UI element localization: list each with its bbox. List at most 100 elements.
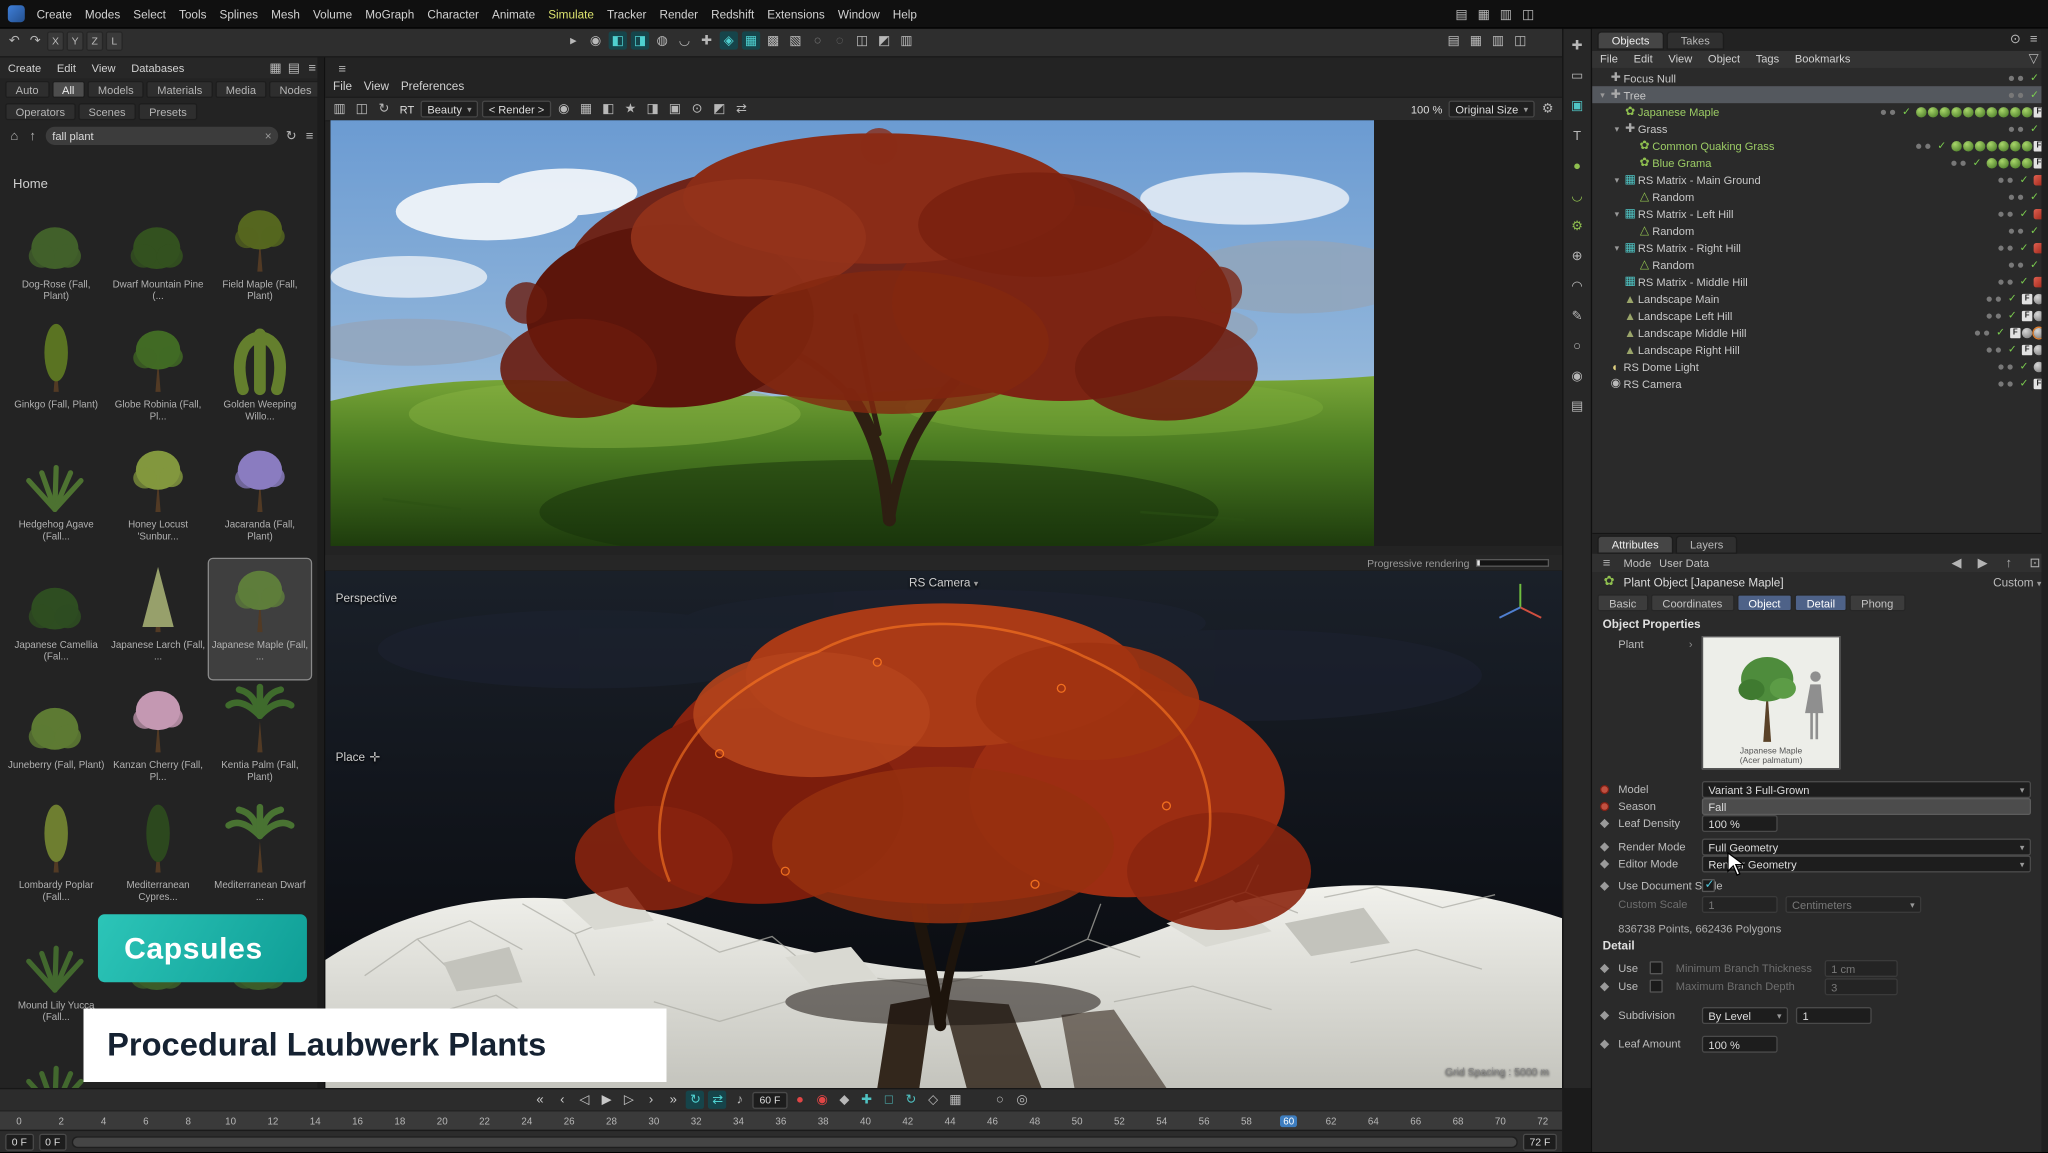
enabled-check[interactable]: ✓ <box>2030 89 2039 101</box>
frame-tick-10[interactable]: 10 <box>222 1115 239 1127</box>
custom-scale-field[interactable]: 1 <box>1702 896 1778 913</box>
home-icon[interactable]: ⌂ <box>5 127 23 145</box>
right-panel-scrollbar[interactable] <box>2041 29 2048 1152</box>
model-dropdown[interactable]: Variant 3 Full-Grown▾ <box>1702 781 2031 798</box>
frame-tick-32[interactable]: 32 <box>688 1115 705 1127</box>
frame-tick-30[interactable]: 30 <box>645 1115 662 1127</box>
editor-visibility-dot[interactable] <box>2009 92 2014 97</box>
grid-icon[interactable]: ▩ <box>764 31 782 49</box>
enabled-check[interactable]: ✓ <box>2030 225 2039 237</box>
keyframe-diamond[interactable] <box>1600 842 1609 851</box>
film-icon[interactable]: ▤ <box>1568 397 1586 415</box>
frame-tick-66[interactable]: 66 <box>1407 1115 1424 1127</box>
axis-lock-l[interactable]: L <box>106 31 123 51</box>
bucket-icon[interactable]: ◨ <box>644 100 662 118</box>
render-view-icon[interactable]: ◧ <box>609 31 627 49</box>
tab-attributes[interactable]: Attributes <box>1597 535 1673 553</box>
menu-tools[interactable]: Tools <box>172 7 213 20</box>
asset-item-ginkgo-fall-plant[interactable]: Ginkgo (Fall, Plant) <box>5 319 107 439</box>
axis-lock-x[interactable]: X <box>47 31 64 51</box>
menu-edit[interactable]: Edit <box>49 57 84 78</box>
frame-tick-18[interactable]: 18 <box>391 1115 408 1127</box>
enabled-check[interactable]: ✓ <box>2008 293 2017 305</box>
object-row-focus-null[interactable]: ✚Focus Null✓ <box>1592 69 2048 86</box>
use-checkbox-2[interactable] <box>1650 980 1663 993</box>
menu-bookmarks[interactable]: Bookmarks <box>1787 51 1858 68</box>
editor-visibility-dot[interactable] <box>1881 109 1886 114</box>
frame-tick-50[interactable]: 50 <box>1069 1115 1086 1127</box>
circle-icon[interactable]: ○ <box>1568 337 1586 355</box>
next-frame-icon[interactable]: ▷ <box>620 1091 638 1109</box>
object-row-random[interactable]: △Random✓ <box>1592 188 2048 205</box>
asset-item-dog-rose-fall-plant[interactable]: Dog-Rose (Fall, Plant) <box>5 199 107 319</box>
render-visibility-dot[interactable] <box>2018 92 2023 97</box>
workplane-icon[interactable]: ▧ <box>786 31 804 49</box>
tab-scenes[interactable]: Scenes <box>78 103 136 120</box>
paint-icon[interactable]: ✎ <box>1568 307 1586 325</box>
material-chip[interactable] <box>1987 157 1997 167</box>
asset-item-kanzan-cherry-fall-pl[interactable]: Kanzan Cherry (Fall, Pl... <box>107 679 209 799</box>
tab-detail[interactable]: Detail <box>1795 594 1847 611</box>
asset-item-lombardy-poplar-fall[interactable]: Lombardy Poplar (Fall... <box>5 799 107 919</box>
solo-off-icon[interactable]: ○ <box>991 1091 1009 1109</box>
frame-tick-14[interactable]: 14 <box>307 1115 324 1127</box>
frame-tick-34[interactable]: 34 <box>730 1115 747 1127</box>
frame-tick-70[interactable]: 70 <box>1492 1115 1509 1127</box>
axis-lock-z[interactable]: Z <box>86 31 103 51</box>
object-row-landscape-middle-hill[interactable]: ▲Landscape Middle Hill✓F <box>1592 324 2048 341</box>
star-icon[interactable]: ★ <box>621 100 639 118</box>
frame-tick-24[interactable]: 24 <box>518 1115 535 1127</box>
generator-icon[interactable]: ⚙ <box>1568 217 1586 235</box>
next-key-icon[interactable]: › <box>642 1091 660 1109</box>
use-checkbox-1[interactable] <box>1650 961 1663 974</box>
object-row-random[interactable]: △Random✓ <box>1592 222 2048 239</box>
menu-splines[interactable]: Splines <box>213 7 265 20</box>
record-param-icon[interactable]: ◇ <box>924 1091 942 1109</box>
expand-arrow[interactable]: ▾ <box>1612 208 1622 218</box>
object-row-tree[interactable]: ▾✚Tree✓ <box>1592 86 2048 103</box>
text-tool-icon[interactable]: T <box>1568 127 1586 145</box>
object-row-landscape-main[interactable]: ▲Landscape Main✓F <box>1592 290 2048 307</box>
list-view-icon[interactable]: ▤ <box>285 59 303 77</box>
keyframe-diamond[interactable] <box>1600 1040 1609 1049</box>
menu-help[interactable]: Help <box>886 7 923 20</box>
object-row-landscape-left-hill[interactable]: ▲Landscape Left Hill✓F <box>1592 307 2048 324</box>
place-tool-label[interactable]: Place ✛ <box>336 748 382 766</box>
viewport-menu-icon[interactable]: ≡ <box>333 60 351 78</box>
render-visibility-dot[interactable] <box>2008 364 2013 369</box>
frame-tick-36[interactable]: 36 <box>772 1115 789 1127</box>
up-icon[interactable]: ↑ <box>2000 554 2018 572</box>
menu-create[interactable]: Create <box>0 57 49 78</box>
material-chip[interactable] <box>1975 140 1985 150</box>
content-browser-icon[interactable]: ◫ <box>1511 31 1529 49</box>
object-row-random[interactable]: △Random✓ <box>1592 256 2048 273</box>
material-chip[interactable] <box>1998 157 2008 167</box>
menu-window[interactable]: Window <box>831 7 886 20</box>
object-row-rs-matrix-right-hill[interactable]: ▾▦RS Matrix - Right Hill✓ <box>1592 239 2048 256</box>
season-field[interactable]: Fall <box>1702 798 2031 815</box>
pingpong-icon[interactable]: ⇄ <box>709 1091 727 1109</box>
quad-layout-icon[interactable]: ▦ <box>1467 31 1485 49</box>
projection-icon[interactable]: ▥ <box>897 31 915 49</box>
render-visibility-dot[interactable] <box>2018 262 2023 267</box>
editor-visibility-dot[interactable] <box>1999 245 2004 250</box>
filter-funnel-icon[interactable]: ▽ <box>2024 50 2042 68</box>
object-row-common-quaking-grass[interactable]: ✿Common Quaking Grass✓F <box>1592 137 2048 154</box>
clear-search-icon[interactable]: × <box>265 129 272 142</box>
tab-auto[interactable]: Auto <box>5 81 49 98</box>
region-icon[interactable]: ▣ <box>666 100 684 118</box>
editor-visibility-dot[interactable] <box>1916 143 1921 148</box>
material-chip[interactable] <box>1951 140 1961 150</box>
keyframe-diamond[interactable] <box>1600 859 1609 868</box>
enabled-check[interactable]: ✓ <box>2020 174 2029 186</box>
keyframe-diamond[interactable] <box>1600 1011 1609 1020</box>
back-icon[interactable]: ◀ <box>1947 554 1965 572</box>
forward-icon[interactable]: ▶ <box>1974 554 1992 572</box>
frame-tick-2[interactable]: 2 <box>53 1115 70 1127</box>
menu-character[interactable]: Character <box>421 7 486 20</box>
record-key-icon[interactable]: ● <box>791 1091 809 1109</box>
frame-tick-26[interactable]: 26 <box>561 1115 578 1127</box>
menu-edit[interactable]: Edit <box>1626 51 1661 68</box>
editor-visibility-dot[interactable] <box>1999 279 2004 284</box>
tab-layers[interactable]: Layers <box>1676 535 1738 553</box>
